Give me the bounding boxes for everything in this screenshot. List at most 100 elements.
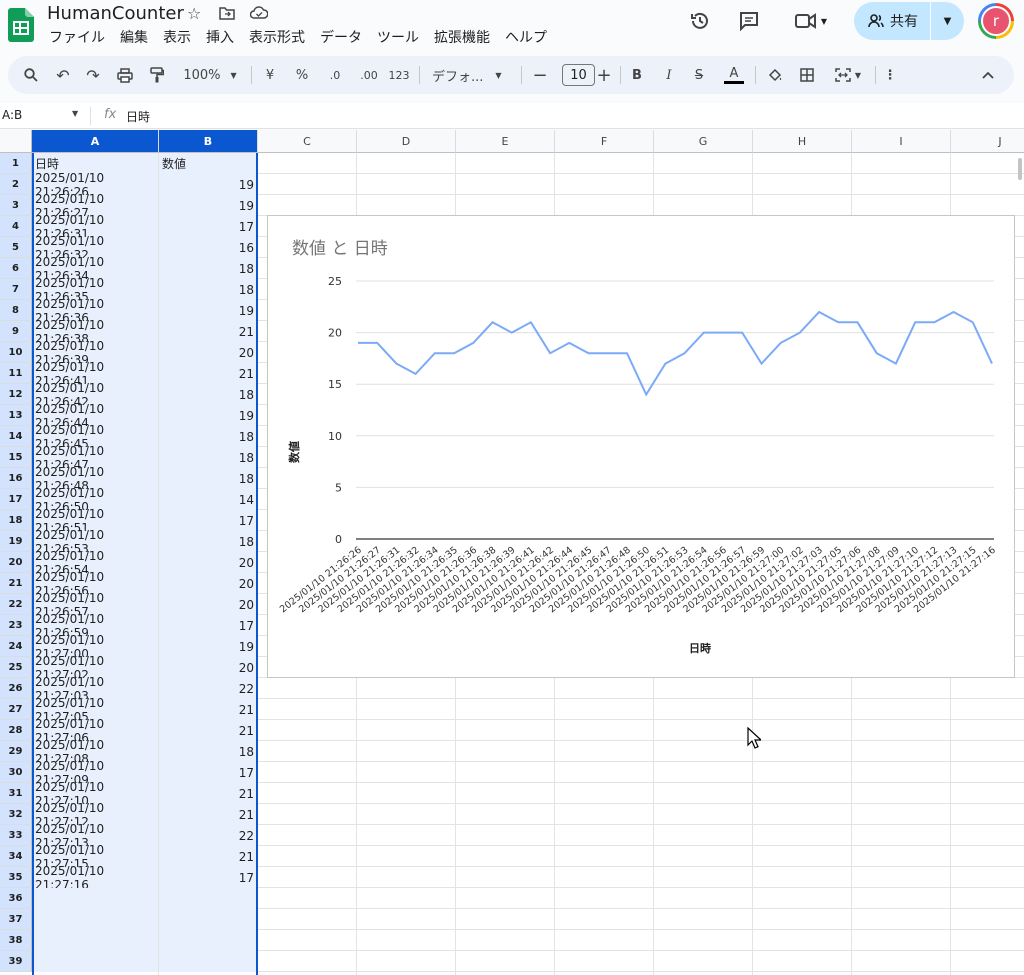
row-header[interactable]: 31 (0, 783, 32, 804)
row-header[interactable]: 18 (0, 510, 32, 531)
row-header[interactable]: 7 (0, 279, 32, 300)
cell-b[interactable]: 20 (159, 552, 258, 573)
cell-b[interactable]: 18 (159, 384, 258, 405)
decrease-font-size-button[interactable]: − (530, 56, 550, 94)
strikethrough-button[interactable]: S (690, 56, 708, 94)
row-header[interactable]: 36 (0, 888, 32, 909)
cell-b[interactable]: 19 (159, 174, 258, 195)
menu-edit[interactable]: 編集 (120, 27, 148, 47)
cell-b[interactable]: 20 (159, 594, 258, 615)
meet-icon[interactable]: ▼ (790, 8, 832, 34)
share-button[interactable]: 共有 (854, 2, 930, 40)
cell-b[interactable]: 19 (159, 636, 258, 657)
column-header-d[interactable]: D (357, 130, 456, 153)
currency-format-button[interactable]: ¥ (262, 56, 278, 94)
cell-b[interactable]: 17 (159, 510, 258, 531)
row-header[interactable]: 15 (0, 447, 32, 468)
row-header[interactable]: 29 (0, 741, 32, 762)
collapse-toolbar-icon[interactable] (978, 56, 998, 94)
cell-b[interactable]: 19 (159, 300, 258, 321)
cloud-status-icon[interactable] (250, 6, 268, 20)
bold-button[interactable]: B (628, 56, 646, 94)
row-header[interactable]: 22 (0, 594, 32, 615)
column-header-h[interactable]: H (753, 130, 852, 153)
row-header[interactable]: 3 (0, 195, 32, 216)
column-header-a[interactable]: A (32, 130, 159, 153)
row-header[interactable]: 1 (0, 153, 32, 174)
text-color-button[interactable]: A (722, 56, 746, 94)
print-icon[interactable] (114, 56, 136, 94)
row-header[interactable]: 39 (0, 951, 32, 972)
column-header-f[interactable]: F (555, 130, 654, 153)
cell-b[interactable]: 19 (159, 195, 258, 216)
zoom-select[interactable]: 100% ▼ (178, 56, 242, 94)
spreadsheet-grid[interactable]: ABCDEFGHIJ 1 日時 数値 2 2025/01/10 21:26:26 19 3 2… (0, 130, 1024, 975)
cell-b[interactable]: 21 (159, 699, 258, 720)
star-icon[interactable]: ☆ (187, 4, 201, 23)
vertical-scrollbar[interactable] (1018, 158, 1022, 180)
italic-button[interactable]: I (660, 56, 678, 94)
cell-b[interactable]: 20 (159, 657, 258, 678)
cell-b[interactable]: 数値 (159, 153, 258, 174)
row-header[interactable]: 6 (0, 258, 32, 279)
document-title[interactable]: HumanCounter (47, 3, 184, 24)
cell-b[interactable]: 18 (159, 447, 258, 468)
cell-b[interactable]: 22 (159, 825, 258, 846)
cell-a[interactable] (32, 888, 159, 909)
font-size-input[interactable]: 10 (562, 64, 595, 86)
row-header[interactable]: 30 (0, 762, 32, 783)
increase-decimal-button[interactable]: .00 (356, 56, 382, 94)
increase-font-size-button[interactable]: + (594, 56, 614, 94)
row-header[interactable]: 4 (0, 216, 32, 237)
row-header[interactable]: 37 (0, 909, 32, 930)
percent-format-button[interactable]: % (294, 56, 310, 94)
menu-insert[interactable]: 挿入 (206, 27, 234, 47)
formula-input[interactable]: 日時 (126, 108, 150, 125)
cell-b[interactable]: 17 (159, 762, 258, 783)
cell-b[interactable]: 21 (159, 804, 258, 825)
cell-b[interactable]: 21 (159, 321, 258, 342)
row-header[interactable]: 14 (0, 426, 32, 447)
row-header[interactable]: 5 (0, 237, 32, 258)
column-header-g[interactable]: G (654, 130, 753, 153)
row-header[interactable]: 33 (0, 825, 32, 846)
row-header[interactable]: 13 (0, 405, 32, 426)
row-header[interactable]: 23 (0, 615, 32, 636)
row-header[interactable]: 34 (0, 846, 32, 867)
name-box[interactable]: A:B (2, 108, 22, 122)
menu-data[interactable]: データ (320, 27, 362, 47)
menu-file[interactable]: ファイル (49, 27, 105, 47)
menu-extensions[interactable]: 拡張機能 (434, 27, 490, 47)
cell-a[interactable]: 2025/01/10 21:27:16 (32, 864, 159, 892)
cell-b[interactable]: 22 (159, 678, 258, 699)
cell-b[interactable]: 18 (159, 741, 258, 762)
cell-b[interactable]: 21 (159, 720, 258, 741)
cell-b[interactable]: 21 (159, 846, 258, 867)
decrease-decimal-button[interactable]: .0 (324, 56, 346, 94)
row-header[interactable]: 8 (0, 300, 32, 321)
cell-b[interactable] (159, 951, 258, 972)
row-header[interactable]: 25 (0, 657, 32, 678)
name-box-dropdown-icon[interactable]: ▼ (72, 109, 78, 118)
cell-b[interactable]: 16 (159, 237, 258, 258)
column-header-i[interactable]: I (852, 130, 951, 153)
cell-b[interactable] (159, 930, 258, 951)
version-history-icon[interactable] (687, 8, 713, 34)
row-header[interactable]: 12 (0, 384, 32, 405)
move-folder-icon[interactable] (219, 6, 235, 20)
search-menus-icon[interactable] (20, 56, 42, 94)
cell-b[interactable]: 19 (159, 405, 258, 426)
column-header-b[interactable]: B (159, 130, 258, 153)
row-header[interactable]: 17 (0, 489, 32, 510)
fill-color-icon[interactable] (764, 56, 786, 94)
cell-b[interactable]: 18 (159, 531, 258, 552)
cell-b[interactable] (159, 888, 258, 909)
row-header[interactable]: 16 (0, 468, 32, 489)
column-header-c[interactable]: C (258, 130, 357, 153)
menu-tools[interactable]: ツール (377, 27, 419, 47)
row-header[interactable]: 35 (0, 867, 32, 888)
cell-b[interactable]: 17 (159, 216, 258, 237)
menu-view[interactable]: 表示 (163, 27, 191, 47)
row-header[interactable]: 2 (0, 174, 32, 195)
row-header[interactable]: 20 (0, 552, 32, 573)
